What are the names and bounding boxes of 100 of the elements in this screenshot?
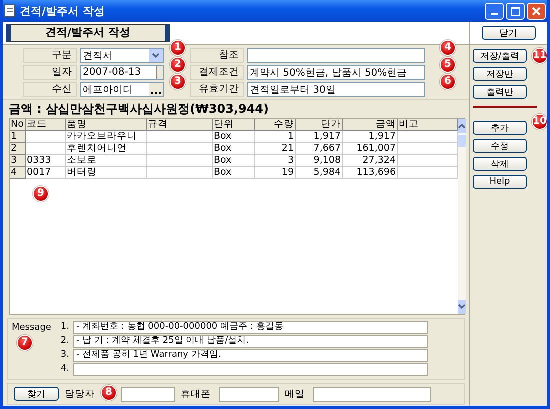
table-cell: 1,917: [296, 131, 343, 143]
table-cell: 161,007: [343, 143, 398, 155]
column-header[interactable]: 품명: [66, 119, 147, 131]
line-number: 4.: [60, 363, 70, 376]
row-number: 3: [10, 155, 26, 167]
table-cell: 9,108: [296, 155, 343, 167]
input-field[interactable]: 2007-08-13: [80, 65, 164, 80]
amount-total: 금액 : 삼십만삼천구백사십사원정(₩303,944): [8, 101, 270, 118]
callout-badge: 11: [532, 48, 547, 64]
column-header[interactable]: 단가: [296, 119, 343, 131]
close-icon: [532, 6, 541, 16]
table-cell: Box: [213, 167, 255, 179]
field-label: 유효기간: [190, 82, 244, 97]
line-number: 3.: [60, 349, 70, 362]
find-button[interactable]: 찾기: [14, 387, 59, 401]
minimize-icon: [491, 13, 498, 15]
input-field[interactable]: [121, 386, 175, 402]
table-cell: 버터링: [66, 167, 147, 179]
table-cell: 후렌치어니언: [66, 143, 147, 155]
line-number: 1.: [60, 321, 70, 334]
table-cell: 3: [255, 155, 296, 167]
edit-button[interactable]: Help: [473, 175, 527, 189]
callout-badge: 7: [17, 335, 33, 351]
window-title: 견적/발주서 작성: [20, 4, 105, 18]
document-icon: [4, 4, 16, 18]
date-picker-button[interactable]: [156, 66, 163, 79]
column-header[interactable]: 코드: [26, 119, 66, 131]
message-field[interactable]: - 전제품 공히 1년 Warrany 가격임.: [73, 349, 428, 362]
edit-button[interactable]: 수정: [473, 139, 527, 153]
lookup-button[interactable]: [149, 83, 163, 96]
message-field[interactable]: - 계좌번호 : 농협 000-00-000000 예금주 : 홍길동: [73, 321, 428, 334]
field-label: 휴대폰: [181, 388, 211, 400]
input-field[interactable]: [219, 386, 279, 402]
input-field[interactable]: [247, 48, 425, 63]
callout-badge: 6: [440, 74, 456, 90]
table-cell: 0017: [26, 167, 66, 179]
row-number: 4: [10, 167, 26, 179]
field-label: 일자: [23, 65, 77, 80]
output-button[interactable]: 저장만: [473, 67, 527, 81]
field-label: 담당자: [65, 388, 95, 400]
input-field[interactable]: 계약시 50%현금, 납품시 50%현금: [247, 65, 425, 80]
table-cell: 1,917: [343, 131, 398, 143]
table-cell: 19: [255, 167, 296, 179]
field-label: 참조: [190, 48, 244, 63]
field-label: 메일: [285, 388, 305, 400]
scroll-up-icon[interactable]: [458, 119, 466, 133]
input-field[interactable]: 견적일로부터 30일: [247, 82, 425, 97]
empty-cell: [147, 131, 213, 143]
edit-button[interactable]: 삭제: [473, 157, 527, 171]
table-cell: 27,324: [343, 155, 398, 167]
table-cell: Box: [213, 155, 255, 167]
maximize-icon: [511, 6, 520, 16]
field-label: 결제조건: [190, 65, 244, 80]
row-number: 2: [10, 143, 26, 155]
scroll-down-icon[interactable]: [458, 300, 466, 314]
callout-badge: 10: [532, 114, 547, 130]
column-header[interactable]: No: [10, 119, 26, 131]
callout-badge: 5: [440, 57, 456, 73]
table-cell: 5,984: [296, 167, 343, 179]
table-cell: 21: [255, 143, 296, 155]
empty-cell: [147, 143, 213, 155]
callout-badge: 3: [170, 74, 186, 90]
row-number: 1: [10, 131, 26, 143]
field-label: 구분: [23, 48, 77, 63]
input-field[interactable]: [313, 386, 431, 402]
table-cell: 소보로: [66, 155, 147, 167]
table-cell: Box: [213, 131, 255, 143]
table-cell: 0333: [26, 155, 66, 167]
close-button[interactable]: [527, 2, 546, 20]
maximize-button[interactable]: [506, 2, 525, 20]
empty-cell: [147, 167, 213, 179]
table-cell: 113,696: [343, 167, 398, 179]
scrollbar[interactable]: [458, 119, 466, 314]
field-label: 수신: [23, 82, 77, 97]
message-label: Message: [12, 323, 52, 334]
input-field[interactable]: 견적서: [80, 48, 164, 63]
callout-badge: 4: [440, 40, 456, 56]
input-field[interactable]: 에프아이디: [80, 82, 164, 97]
callout-badge: 2: [170, 57, 186, 73]
ellipsis-icon: [151, 91, 161, 94]
output-button[interactable]: 저장/출력: [473, 49, 527, 63]
column-header[interactable]: 비고: [398, 119, 458, 131]
message-field[interactable]: [73, 363, 428, 376]
column-header[interactable]: 단위: [213, 119, 255, 131]
table-cell: Box: [213, 143, 255, 155]
output-button[interactable]: 출력만: [473, 85, 527, 99]
callout-badge: 1: [170, 40, 186, 56]
scroll-thumb[interactable]: [458, 135, 466, 147]
minimize-button[interactable]: [485, 2, 504, 20]
edit-button[interactable]: 추가: [473, 121, 527, 135]
table-cell: 1: [255, 131, 296, 143]
column-header[interactable]: 수량: [255, 119, 296, 131]
column-header[interactable]: 금액: [343, 119, 398, 131]
table-cell: 7,667: [296, 143, 343, 155]
message-field[interactable]: - 납 기 : 계약 체결후 25일 이내 납품/설치.: [73, 335, 428, 348]
close-form-button[interactable]: 닫기: [482, 26, 536, 40]
empty-cell: [147, 155, 213, 167]
column-header[interactable]: 규격: [147, 119, 213, 131]
form-heading: 견적/발주서 작성: [6, 24, 170, 42]
table-cell: 카카오브라우니: [66, 131, 147, 143]
